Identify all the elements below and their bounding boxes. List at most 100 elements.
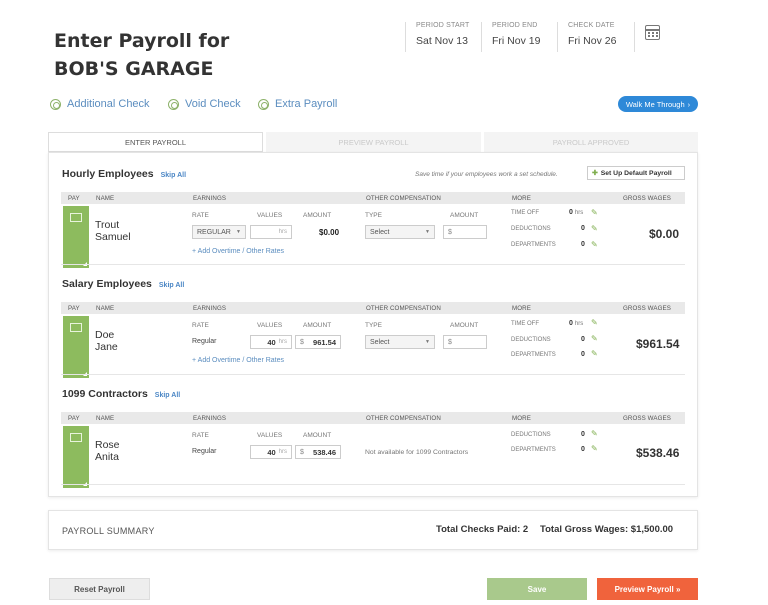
employee-first-name: Samuel xyxy=(95,231,131,243)
contractors-title: 1099 Contractors xyxy=(62,388,148,400)
check-icon xyxy=(70,213,82,222)
salary-pay-toggle[interactable] xyxy=(63,316,89,378)
walk-me-through-label: Walk Me Through xyxy=(625,99,685,109)
contractor-pay-toggle[interactable] xyxy=(63,426,89,488)
step-enter-payroll: ENTER PAYROLL xyxy=(48,132,263,152)
check-date[interactable]: CHECK DATE Fri Nov 26 xyxy=(557,22,616,52)
edit-pencil-icon[interactable]: ✎ xyxy=(591,224,598,233)
total-gross-wages: Total Gross Wages: $1,500.00 xyxy=(540,524,674,535)
hourly-section-header: Hourly Employees Skip All xyxy=(62,168,186,180)
summary-label: PAYROLL SUMMARY xyxy=(62,526,155,536)
hourly-skip-all-link[interactable]: Skip All xyxy=(161,172,186,179)
additional-check-link[interactable]: Additional Check xyxy=(50,98,150,110)
amount-prefix: $ xyxy=(300,448,304,456)
reset-payroll-button[interactable]: Reset Payroll xyxy=(49,578,150,600)
gross-wages-value: $0.00 xyxy=(649,227,680,241)
tools-icon: ✚ xyxy=(592,170,598,177)
company-name: BOB'S GARAGE xyxy=(54,58,214,80)
walk-me-through-button[interactable]: Walk Me Through › xyxy=(618,96,698,112)
void-circle-icon xyxy=(168,98,179,110)
rate-label: RATE xyxy=(192,432,209,439)
step-payroll-approved: PAYROLL APPROVED xyxy=(484,132,698,152)
dropdown-arrow-icon: ▼ xyxy=(425,339,430,345)
hours-input[interactable]: 40 hrs xyxy=(250,335,292,349)
departments-value[interactable]: 0 xyxy=(581,241,585,248)
edit-pencil-icon[interactable]: ✎ xyxy=(591,240,598,249)
col-earnings: EARNINGS xyxy=(193,305,227,312)
salary-skip-all-link[interactable]: Skip All xyxy=(159,282,184,289)
deductions-value[interactable]: 0 xyxy=(581,225,585,232)
departments-label: DEPARTMENTS xyxy=(511,352,556,358)
edit-pencil-icon[interactable]: ✎ xyxy=(591,334,598,343)
edit-pencil-icon[interactable]: ✎ xyxy=(591,429,598,438)
time-off-num: 0 xyxy=(569,209,573,216)
salary-section-header: Salary Employees Skip All xyxy=(62,278,184,290)
time-off-value[interactable]: 0 hrs xyxy=(569,320,583,327)
edit-pencil-icon[interactable]: ✎ xyxy=(591,208,598,217)
values-label: VALUES xyxy=(257,432,283,439)
payroll-card: Hourly Employees Skip All Save time if y… xyxy=(48,152,698,497)
setup-default-payroll-button[interactable]: ✚ Set Up Default Payroll xyxy=(587,166,685,180)
amount-value: 538.46 xyxy=(313,447,336,457)
departments-value[interactable]: 0 xyxy=(581,351,585,358)
contractor-last-name: Rose xyxy=(95,439,120,451)
col-gross: GROSS WAGES xyxy=(623,305,671,312)
amount-label: AMOUNT xyxy=(303,432,332,439)
dropdown-arrow-icon: ▼ xyxy=(236,229,241,235)
values-label: VALUES xyxy=(257,322,283,329)
departments-label: DEPARTMENTS xyxy=(511,242,556,248)
comp-amount-prefix: $ xyxy=(448,338,452,346)
comp-type-select[interactable]: Select ▼ xyxy=(365,335,435,349)
calendar-icon[interactable] xyxy=(645,25,660,40)
departments-value[interactable]: 0 xyxy=(581,446,585,453)
hours-input[interactable]: hrs xyxy=(250,225,292,239)
contractors-section-header: 1099 Contractors Skip All xyxy=(62,388,180,400)
amount-value: 961.54 xyxy=(313,337,336,347)
col-more: MORE xyxy=(512,415,531,422)
contractors-skip-all-link[interactable]: Skip All xyxy=(155,392,180,399)
hourly-pay-toggle[interactable] xyxy=(63,206,89,268)
comp-amount-label: AMOUNT xyxy=(450,212,479,219)
check-date-value[interactable]: Fri Nov 26 xyxy=(568,35,616,47)
comp-type-value: Select xyxy=(370,228,390,236)
col-earnings: EARNINGS xyxy=(193,195,227,202)
comp-type-select[interactable]: Select ▼ xyxy=(365,225,435,239)
amount-label: AMOUNT xyxy=(303,212,332,219)
save-button[interactable]: Save xyxy=(487,578,587,600)
col-name: NAME xyxy=(96,195,115,202)
time-off-unit: hrs xyxy=(574,210,584,216)
time-off-value[interactable]: 0 hrs xyxy=(569,209,583,216)
col-pay: PAY xyxy=(68,195,80,202)
departments-label: DEPARTMENTS xyxy=(511,447,556,453)
deductions-value[interactable]: 0 xyxy=(581,336,585,343)
period-end: PERIOD END Fri Nov 19 xyxy=(481,22,540,52)
chevron-right-icon: › xyxy=(687,99,691,109)
amount-label: AMOUNT xyxy=(303,322,332,329)
contractor-first-name: Anita xyxy=(95,451,119,463)
edit-pencil-icon[interactable]: ✎ xyxy=(591,349,598,358)
deductions-value[interactable]: 0 xyxy=(581,431,585,438)
values-label: VALUES xyxy=(257,212,283,219)
hours-unit: hrs xyxy=(278,449,287,455)
preview-payroll-button[interactable]: Preview Payroll » xyxy=(597,578,698,600)
extra-payroll-link[interactable]: Extra Payroll xyxy=(258,98,337,110)
rate-value: Regular xyxy=(192,448,217,455)
deductions-label: DEDUCTIONS xyxy=(511,226,551,232)
col-gross: GROSS WAGES xyxy=(623,415,671,422)
building-icon xyxy=(70,323,82,332)
edit-pencil-icon[interactable]: ✎ xyxy=(591,318,598,327)
hours-input[interactable]: 40 hrs xyxy=(250,445,292,459)
add-overtime-link[interactable]: + Add Overtime / Other Rates xyxy=(192,357,284,364)
add-overtime-link[interactable]: + Add Overtime / Other Rates xyxy=(192,248,284,255)
additional-check-label: Additional Check xyxy=(67,98,150,110)
edit-pencil-icon[interactable]: ✎ xyxy=(591,444,598,453)
void-check-link[interactable]: Void Check xyxy=(168,98,241,110)
comp-amount-input[interactable]: $ xyxy=(443,225,487,239)
section-divider xyxy=(61,374,685,375)
rate-select[interactable]: REGULAR ▼ xyxy=(192,225,246,239)
deductions-label: DEDUCTIONS xyxy=(511,337,551,343)
comp-amount-input[interactable]: $ xyxy=(443,335,487,349)
salary-amount-input[interactable]: $961.54 xyxy=(295,335,341,349)
contractor-amount-input[interactable]: $538.46 xyxy=(295,445,341,459)
section-divider xyxy=(61,264,685,265)
